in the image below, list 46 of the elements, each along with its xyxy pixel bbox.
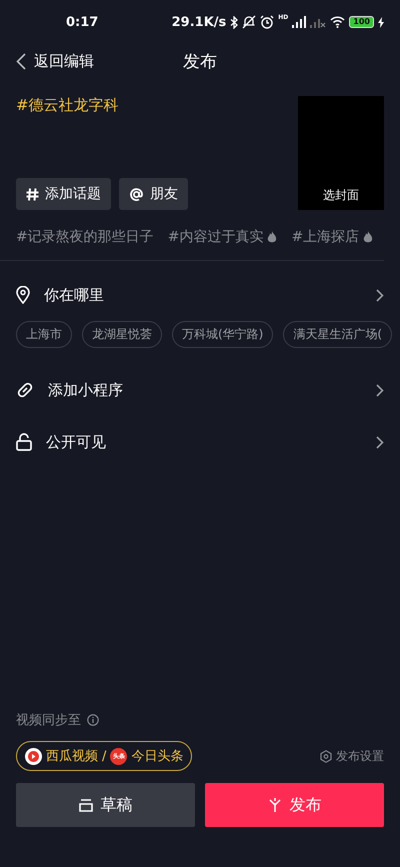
location-pin-icon	[16, 286, 30, 304]
topic-suggestion[interactable]: #上海探店	[291, 228, 374, 246]
settings-icon	[320, 750, 332, 762]
bluetooth-icon	[230, 16, 238, 28]
setting-label[interactable]: 公开可见	[46, 432, 362, 452]
signal-icon	[292, 16, 306, 28]
back-button[interactable]: 返回编辑	[16, 52, 94, 70]
play-logo-icon	[25, 748, 42, 764]
sync-label: 视频同步至	[16, 712, 81, 729]
publish-button[interactable]: 发布	[205, 783, 384, 827]
place-chip[interactable]: 满天星生活广场(	[283, 321, 392, 348]
topic-suggestion[interactable]: #内容过于真实	[168, 228, 278, 246]
at-sign-icon	[129, 186, 144, 202]
link-icon	[16, 381, 34, 399]
topic-suggestion[interactable]: #记录熬夜的那些日子	[16, 228, 154, 246]
add-topic-button[interactable]: 添加话题	[16, 178, 111, 210]
hashtag-icon	[26, 188, 39, 200]
setting-label[interactable]: 添加小程序	[48, 380, 362, 400]
tray-icon	[78, 798, 92, 812]
sync-target: 西瓜视频	[46, 748, 98, 765]
mention-button[interactable]: 朋友	[119, 178, 188, 210]
page-title: 发布	[183, 50, 217, 72]
caption-field[interactable]: #德云社龙字科	[16, 96, 298, 115]
separator: /	[102, 748, 106, 764]
no-signal-icon	[310, 16, 326, 28]
status-time: 0:17	[66, 14, 100, 30]
charging-icon	[378, 16, 384, 28]
chevron-right-icon	[376, 384, 384, 396]
chevron-right-icon	[376, 288, 384, 302]
info-icon	[87, 714, 99, 726]
battery-level: 100	[349, 16, 374, 28]
location-label[interactable]: 你在哪里	[44, 286, 362, 304]
unlocked-padlock-icon	[16, 433, 32, 451]
place-chip[interactable]: 上海市	[16, 321, 72, 348]
chevron-right-icon	[376, 436, 384, 448]
publish-settings-button[interactable]: 发布设置	[320, 748, 384, 764]
wifi-icon	[330, 16, 346, 28]
alarm-clock-icon	[260, 15, 274, 29]
network-speed: 29.1K/s	[172, 14, 226, 30]
cover-picker-button[interactable]: 选封面	[298, 96, 384, 210]
muted-bell-icon	[242, 15, 256, 29]
draft-button[interactable]: 草稿	[16, 783, 195, 827]
place-chip[interactable]: 万科城(华宁路)	[172, 321, 274, 348]
place-chip[interactable]: 龙湖星悦荟	[82, 321, 162, 348]
sync-target: 今日头条	[131, 748, 184, 765]
back-icon	[16, 52, 26, 70]
